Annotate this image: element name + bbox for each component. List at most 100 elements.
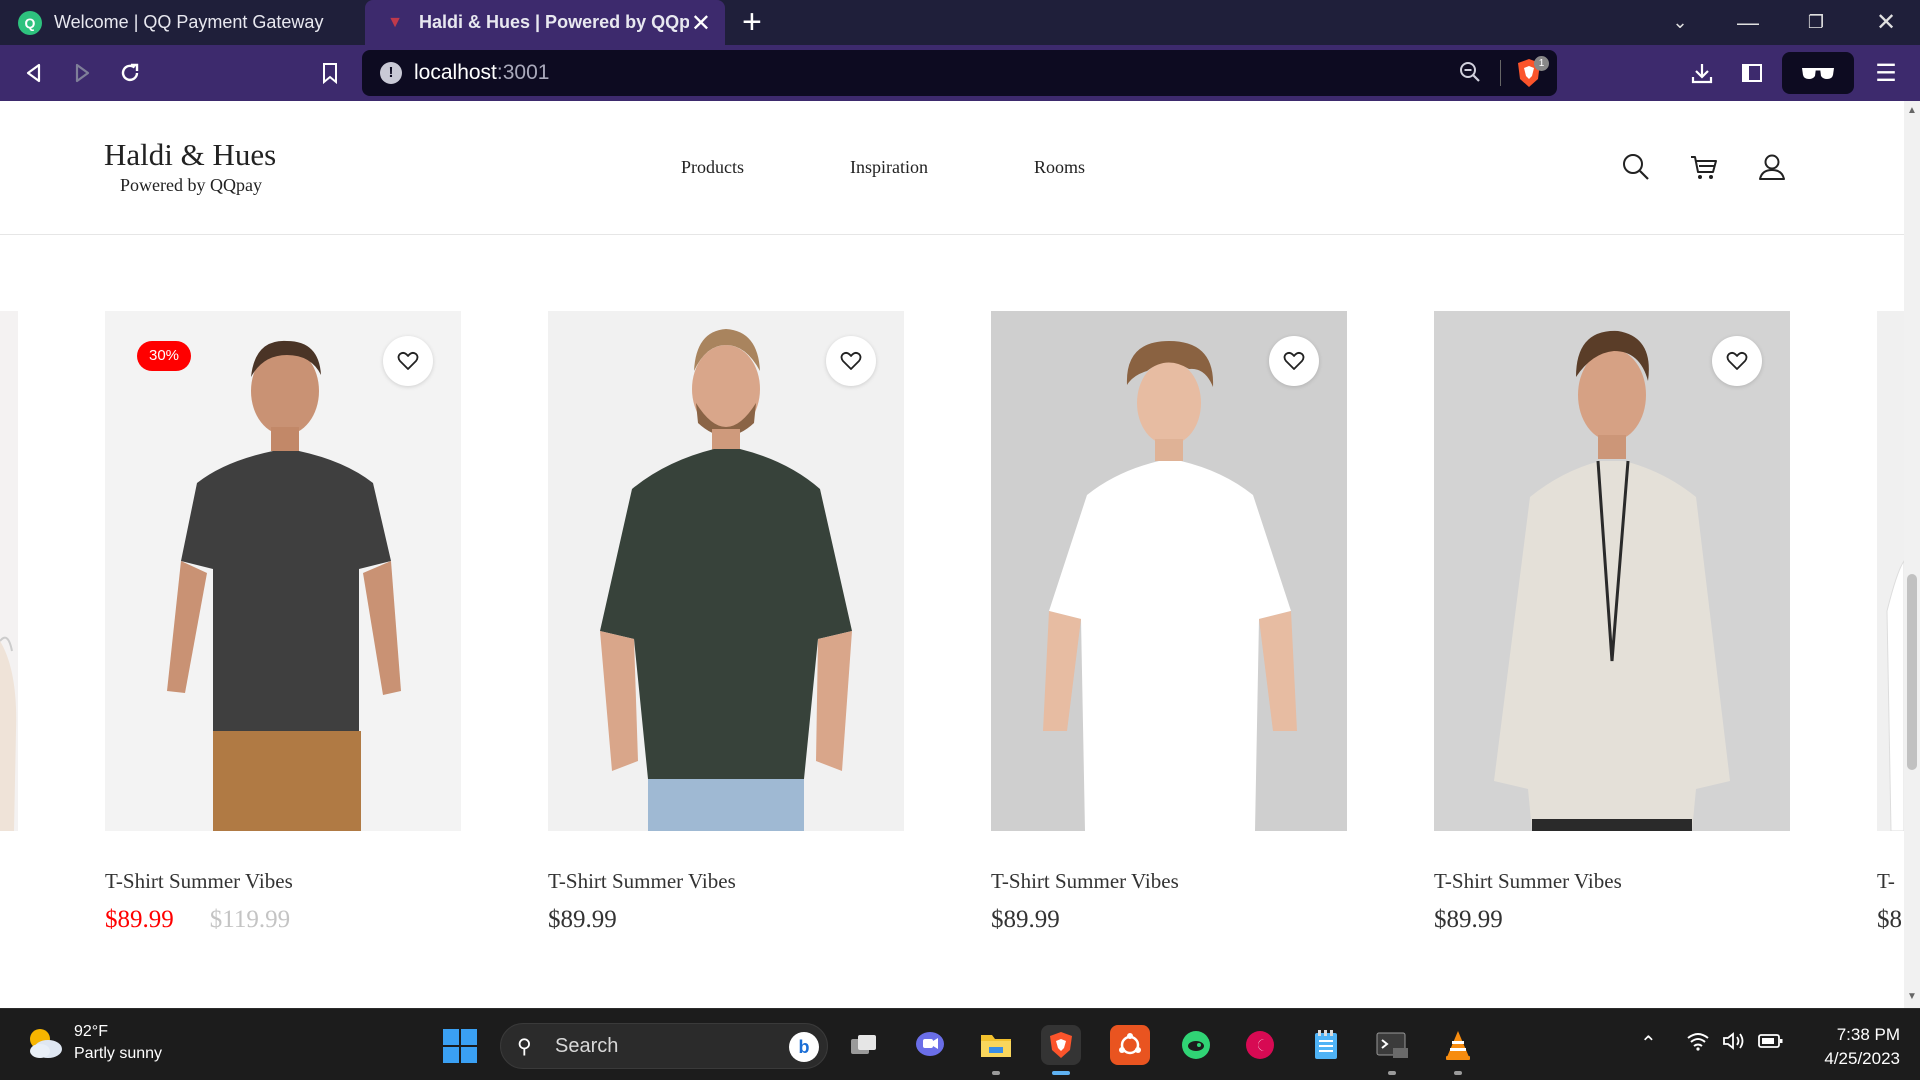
url-host: localhost <box>414 61 497 84</box>
product-price: $89.99 <box>1434 906 1503 933</box>
show-hidden-icons-button[interactable]: ⌃ <box>1640 1031 1657 1056</box>
zoom-icon[interactable] <box>1458 60 1482 90</box>
running-indicator <box>1454 1071 1462 1075</box>
product-image[interactable]: 30% <box>105 311 461 831</box>
price-row: $89.99 <box>1434 906 1790 934</box>
new-tab-button[interactable]: + <box>742 4 762 40</box>
product-price: $89.99 <box>991 906 1060 933</box>
brave-browser-icon[interactable] <box>1041 1025 1081 1065</box>
start-button[interactable] <box>443 1029 477 1063</box>
product-card[interactable]: T-Shirt Summer Vibes $89.99 <box>991 311 1347 934</box>
product-image[interactable] <box>548 311 904 831</box>
product-photo <box>991 311 1347 831</box>
teams-chat-icon[interactable] <box>910 1025 950 1065</box>
forward-button[interactable] <box>64 55 100 91</box>
product-photo-partial <box>1877 311 1904 832</box>
ubuntu-icon[interactable] <box>1110 1025 1150 1065</box>
close-tab-icon[interactable]: ✕ <box>691 9 711 38</box>
partly-sunny-icon <box>30 1029 62 1058</box>
web-page: Haldi & Hues Powered by QQpay Products I… <box>0 101 1904 1008</box>
reload-icon <box>121 63 139 82</box>
downloads-button[interactable] <box>1684 55 1720 91</box>
product-title[interactable]: T-Shirt Summer Vibes <box>1434 869 1790 894</box>
brave-shields-icon[interactable]: 1 <box>1514 56 1549 89</box>
product-card[interactable]: T-Shirt Summer Vibes $89.99 <box>548 311 904 934</box>
search-button[interactable] <box>1620 151 1652 183</box>
notepad-icon[interactable] <box>1306 1025 1346 1065</box>
terminal-preview-icon[interactable] <box>1372 1025 1412 1065</box>
product-image[interactable] <box>991 311 1347 831</box>
sidebar-toggle-button[interactable] <box>1734 55 1770 91</box>
clock-date: 4/25/2023 <box>1824 1049 1900 1068</box>
private-window-button[interactable] <box>1782 52 1854 94</box>
product-photo <box>1434 311 1790 831</box>
product-image[interactable] <box>1434 311 1790 831</box>
nav-link-products[interactable]: Products <box>681 157 744 178</box>
task-view-icon[interactable] <box>844 1025 884 1065</box>
close-window-button[interactable]: ✕ <box>1856 0 1916 45</box>
scroll-up-icon[interactable]: ▲ <box>1907 105 1917 116</box>
nav-link-rooms[interactable]: Rooms <box>1034 157 1085 178</box>
bing-icon[interactable]: b <box>789 1032 819 1062</box>
back-button[interactable] <box>16 55 52 91</box>
reload-button[interactable] <box>112 55 148 91</box>
back-arrow-icon <box>26 63 41 83</box>
brand-tagline: Powered by QQpay <box>120 175 262 195</box>
product-title[interactable]: T-Shirt Summer Vibes <box>548 869 904 894</box>
cart-button[interactable] <box>1688 151 1720 183</box>
bookmark-button[interactable] <box>312 55 348 91</box>
scroll-thumb[interactable] <box>1907 574 1917 770</box>
wishlist-button[interactable] <box>1712 336 1762 386</box>
taskbar: 92°F Partly sunny ⚲ Search b ⌃ 7:38 PM 4… <box>0 1008 1920 1080</box>
active-indicator <box>1052 1071 1070 1075</box>
price-row: $89.99 $119.99 <box>105 906 461 934</box>
brand-logo[interactable]: Haldi & Hues Powered by QQpay <box>104 137 276 196</box>
product-title-partial: T- <box>1877 869 1895 893</box>
product-photo-partial <box>0 636 17 831</box>
product-card-partial-left[interactable] <box>0 311 18 831</box>
sunglasses-icon <box>1802 68 1834 79</box>
tab-search-chevron-icon[interactable]: ⌄ <box>1650 0 1710 45</box>
scroll-down-icon[interactable]: ▼ <box>1907 991 1917 1002</box>
browser-tab-bar: Q Welcome | QQ Payment Gateway ▼ Haldi &… <box>0 0 1920 45</box>
wishlist-button[interactable] <box>826 336 876 386</box>
discount-badge: 30% <box>137 341 191 371</box>
menu-button[interactable]: ☰ <box>1868 55 1904 91</box>
product-card-partial-right[interactable]: T- $8 <box>1877 311 1904 1008</box>
product-photo <box>105 311 461 831</box>
weather-widget[interactable]: 92°F Partly sunny <box>24 1021 162 1065</box>
file-explorer-icon[interactable] <box>976 1025 1016 1065</box>
hamburger-icon: ☰ <box>1875 59 1897 87</box>
heart-icon <box>397 351 419 370</box>
debian-icon[interactable] <box>1240 1025 1280 1065</box>
battery-icon[interactable] <box>1758 1031 1784 1057</box>
wifi-icon[interactable] <box>1686 1031 1710 1057</box>
minimize-button[interactable]: — <box>1718 0 1778 45</box>
address-bar[interactable]: ! localhost:3001 1 <box>362 50 1557 96</box>
system-clock[interactable]: 7:38 PM 4/25/2023 <box>1796 1023 1900 1071</box>
search-icon: ⚲ <box>517 1036 532 1058</box>
restore-button[interactable]: ❐ <box>1786 0 1846 45</box>
tab-welcome[interactable]: Q Welcome | QQ Payment Gateway <box>0 0 365 45</box>
product-title[interactable]: T-Shirt Summer Vibes <box>105 869 461 894</box>
product-card[interactable]: 30% T-Shirt Summer Vibes $89.99 $119.99 <box>105 311 461 934</box>
taskbar-search[interactable]: ⚲ Search b <box>500 1023 828 1069</box>
site-info-icon[interactable]: ! <box>380 62 402 84</box>
nav-link-inspiration[interactable]: Inspiration <box>850 157 928 178</box>
opensuse-icon[interactable] <box>1176 1025 1216 1065</box>
wishlist-button[interactable] <box>383 336 433 386</box>
url-text[interactable]: localhost:3001 <box>414 61 549 85</box>
wishlist-button[interactable] <box>1269 336 1319 386</box>
account-button[interactable] <box>1756 151 1788 183</box>
product-title[interactable]: T-Shirt Summer Vibes <box>991 869 1347 894</box>
price-row: $89.99 <box>991 906 1347 934</box>
product-photo <box>548 311 904 831</box>
user-icon <box>1759 154 1785 180</box>
page-scrollbar[interactable]: ▲ ▼ <box>1904 101 1920 1008</box>
product-card[interactable]: T-Shirt Summer Vibes $89.99 <box>1434 311 1790 934</box>
running-indicator <box>1388 1071 1396 1075</box>
product-price-partial: $8 <box>1877 906 1902 933</box>
tab-haldi-hues[interactable]: ▼ Haldi & Hues | Powered by QQpay ✕ <box>365 0 725 45</box>
vlc-icon[interactable] <box>1438 1025 1478 1065</box>
volume-icon[interactable] <box>1722 1031 1746 1057</box>
